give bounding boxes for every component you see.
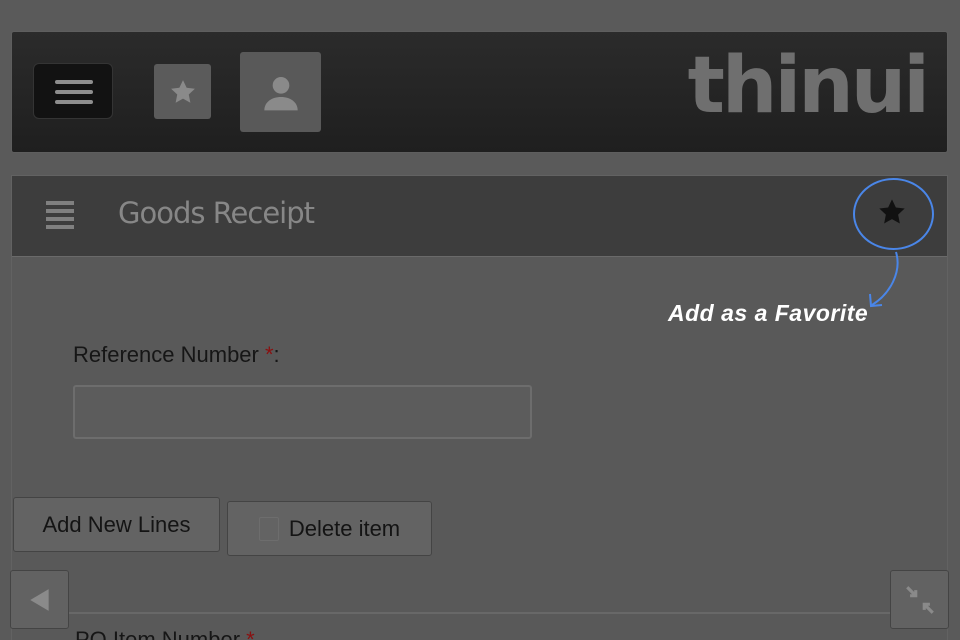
favorites-button[interactable] <box>154 64 211 119</box>
favorite-highlight-circle <box>853 178 934 250</box>
trash-icon <box>258 516 279 541</box>
required-marker: * <box>264 342 274 367</box>
reference-number-label: Reference Number *: <box>73 342 280 368</box>
left-arrow-icon <box>29 588 49 611</box>
reference-number-input[interactable] <box>73 385 532 439</box>
po-item-number-label-text: PO Item Number <box>75 627 247 640</box>
goods-receipt-panel: Goods Receipt Reference Number *: Add Ne… <box>11 175 948 640</box>
delete-item-button[interactable]: Delete item <box>227 501 432 556</box>
page-title: Goods Receipt <box>118 196 315 230</box>
delete-item-label: Delete item <box>288 515 401 541</box>
collapse-button[interactable] <box>890 570 949 629</box>
add-new-lines-label: Add New Lines <box>42 511 191 537</box>
collapse-icon <box>905 585 934 614</box>
star-icon <box>170 79 195 103</box>
label-suffix: : <box>273 342 280 367</box>
reference-number-label-text: Reference Number <box>73 342 265 367</box>
user-profile-button[interactable] <box>240 52 321 132</box>
thinui-logo: thinui <box>687 41 930 131</box>
required-marker: * <box>246 627 255 640</box>
menu-button[interactable] <box>33 63 113 119</box>
add-new-lines-button[interactable]: Add New Lines <box>13 497 220 552</box>
panel-header: Goods Receipt <box>12 176 947 257</box>
user-icon <box>263 77 298 111</box>
app-header: thinui <box>11 31 948 153</box>
section-divider <box>12 612 947 614</box>
po-item-number-label: PO Item Number * <box>75 627 255 640</box>
list-icon[interactable] <box>45 199 75 229</box>
back-button[interactable] <box>10 570 69 629</box>
favorite-tip-text: Add as a Favorite <box>668 300 869 326</box>
